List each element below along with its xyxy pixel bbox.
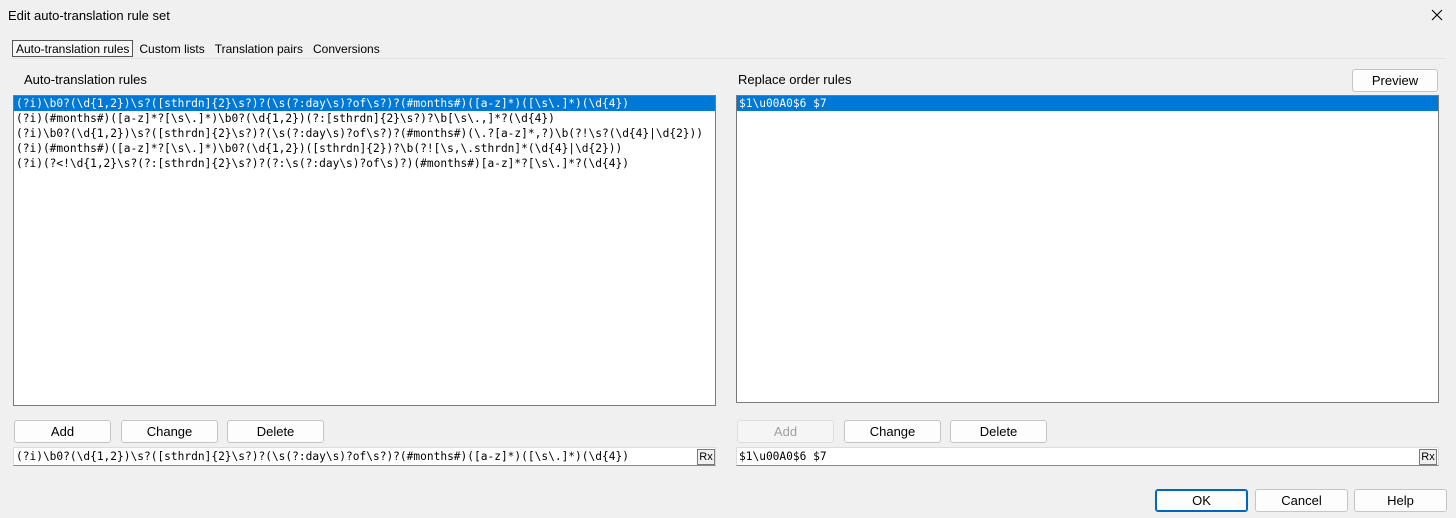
left-change-label: Change: [146, 424, 193, 439]
left-add-label: Add: [50, 424, 75, 439]
list-item[interactable]: (?i)\b0?(\d{1,2})\s?([sthrdn]{2}\s?)?(\s…: [14, 96, 715, 111]
title-bar: [0, 0, 1456, 33]
right-delete-label: Delete: [979, 424, 1018, 439]
close-icon: [1431, 9, 1443, 21]
right-add-button[interactable]: Add: [737, 420, 834, 443]
ok-label: OK: [1192, 493, 1211, 508]
list-item[interactable]: (?i)(#months#)([a-z]*?[\s\.]*)\b0?(\d{1,…: [14, 141, 715, 156]
right-add-label: Add: [773, 424, 798, 439]
tab-auto-translation-rules[interactable]: Auto-translation rules: [12, 40, 134, 57]
preview-button[interactable]: Preview: [1352, 69, 1438, 92]
right-delete-button[interactable]: Delete: [950, 420, 1047, 443]
list-item[interactable]: (?i)\b0?(\d{1,2})\s?([sthrdn]{2}\s?)?(\s…: [14, 126, 715, 141]
rule-edit-field[interactable]: (?i)\b0?(\d{1,2})\s?([sthrdn]{2}\s?)?(\s…: [13, 447, 716, 466]
ok-button[interactable]: OK: [1155, 489, 1248, 512]
close-button[interactable]: [1426, 4, 1448, 26]
cancel-button[interactable]: Cancel: [1255, 489, 1348, 512]
help-button[interactable]: Help: [1354, 489, 1447, 512]
preview-label: Preview: [1371, 73, 1419, 88]
auto-translation-rules-label: Auto-translation rules: [24, 72, 147, 87]
tab-conversions[interactable]: Conversions: [309, 40, 384, 57]
left-delete-label: Delete: [256, 424, 295, 439]
tab-strip: Auto-translation rules Custom lists Tran…: [12, 40, 386, 58]
left-change-button[interactable]: Change: [121, 420, 218, 443]
right-regex-button[interactable]: Rx: [1419, 449, 1437, 465]
window-title: Edit auto-translation rule set: [8, 8, 170, 23]
list-item[interactable]: (?i)(?<!\d{1,2}\s?(?:[sthrdn]{2}\s?)?(?:…: [14, 156, 715, 171]
auto-translation-rules-list[interactable]: (?i)\b0?(\d{1,2})\s?([sthrdn]{2}\s?)?(\s…: [13, 95, 716, 406]
list-item[interactable]: (?i)(#months#)([a-z]*?[\s\.]*)\b0?(\d{1,…: [14, 111, 715, 126]
right-change-label: Change: [869, 424, 916, 439]
left-regex-button[interactable]: Rx: [697, 449, 715, 465]
cancel-label: Cancel: [1281, 493, 1322, 508]
left-add-button[interactable]: Add: [14, 420, 111, 443]
list-item[interactable]: $1\u00A0$6 $7: [737, 96, 1438, 111]
right-change-button[interactable]: Change: [844, 420, 941, 443]
tab-translation-pairs[interactable]: Translation pairs: [211, 40, 307, 57]
replace-order-rules-label: Replace order rules: [738, 72, 852, 87]
replace-edit-field[interactable]: $1\u00A0$6 $7: [736, 447, 1439, 466]
left-delete-button[interactable]: Delete: [227, 420, 324, 443]
replace-order-rules-list[interactable]: $1\u00A0$6 $7: [736, 95, 1439, 403]
help-label: Help: [1387, 493, 1414, 508]
tab-custom-lists[interactable]: Custom lists: [135, 40, 208, 57]
